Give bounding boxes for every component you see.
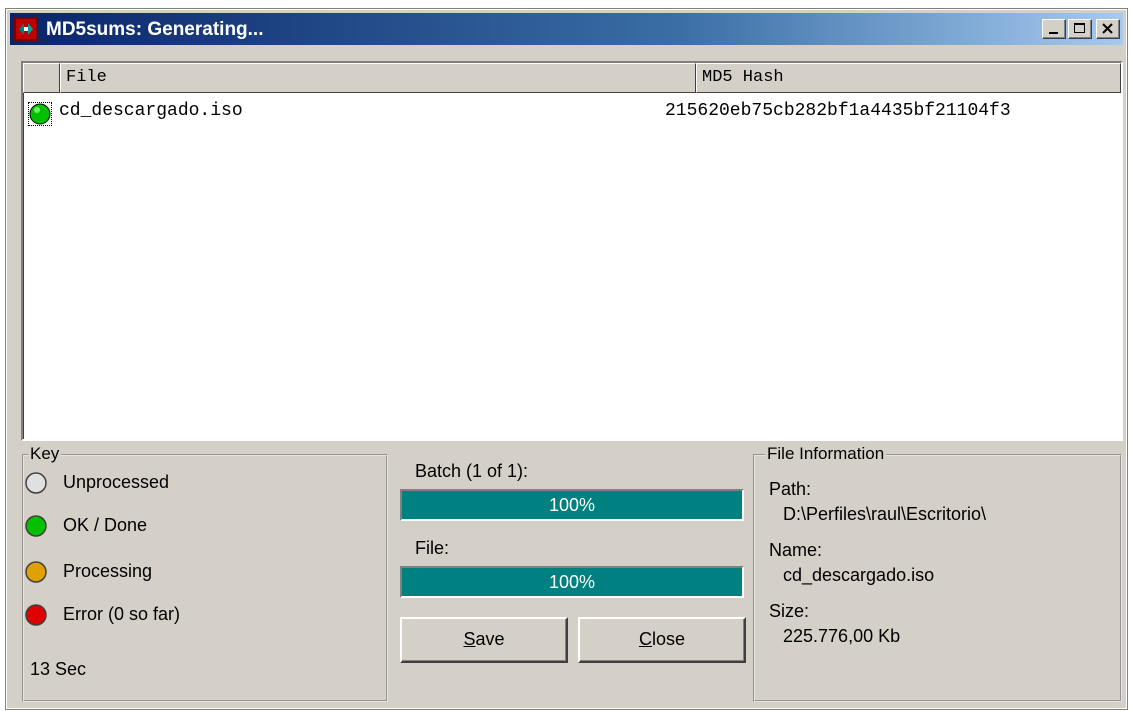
minimize-icon <box>1049 32 1058 34</box>
app-icon <box>14 17 38 41</box>
key-label: Error (0 so far) <box>63 604 181 624</box>
file-progress-bar: 100% <box>400 566 744 598</box>
batch-label: Batch (1 of 1): <box>415 461 529 481</box>
path-label: Path: <box>769 479 812 499</box>
close-dialog-button[interactable]: Close <box>578 617 746 663</box>
window-title: MD5sums: Generating... <box>46 19 264 40</box>
maximize-button[interactable] <box>1068 19 1092 39</box>
ok-status-icon <box>28 102 52 126</box>
column-header-md5-hash[interactable]: MD5 Hash <box>696 63 1121 93</box>
column-header-file[interactable]: File <box>60 63 696 93</box>
size-value: 225.776,00 Kb <box>783 626 901 646</box>
md5sums-window: MD5sums: Generating... File MD5 Hash cd_… <box>5 8 1128 710</box>
save-label: ave <box>475 629 505 649</box>
close-label: lose <box>651 629 686 649</box>
elapsed-time: 13 Sec <box>30 659 87 679</box>
batch-progress-bar: 100% <box>400 489 744 521</box>
md5-hash-cell: 215620eb75cb282bf1a4435bf21104f3 <box>665 101 1011 121</box>
processing-icon <box>25 561 47 583</box>
close-button[interactable] <box>1096 19 1120 39</box>
column-header-status[interactable] <box>23 63 60 93</box>
save-button[interactable]: Save <box>400 617 568 663</box>
file-list[interactable]: File MD5 Hash cd_descargado.iso 215620eb… <box>21 61 1123 441</box>
minimize-button[interactable] <box>1042 19 1066 39</box>
batch-progress-text: 100% <box>548 495 596 515</box>
ok-done-icon <box>25 515 47 537</box>
close-icon <box>1102 23 1113 34</box>
file-name-cell: cd_descargado.iso <box>59 101 243 121</box>
error-icon <box>25 604 47 626</box>
name-label: Name: <box>769 540 823 560</box>
close-mnemonic: C <box>638 629 652 649</box>
key-legend: Key <box>28 444 62 464</box>
file-progress-text: 100% <box>548 572 596 592</box>
file-information-legend: File Information <box>765 444 887 464</box>
path-value: D:\Perfiles\raul\Escritorio\ <box>783 504 987 524</box>
key-label: OK / Done <box>63 515 148 535</box>
unprocessed-icon <box>25 472 47 494</box>
size-label: Size: <box>769 601 810 621</box>
maximize-icon <box>1074 23 1085 33</box>
title-bar[interactable]: MD5sums: Generating... <box>10 13 1123 45</box>
key-label: Unprocessed <box>63 472 170 492</box>
key-label: Processing <box>63 561 153 581</box>
name-value: cd_descargado.iso <box>783 565 935 585</box>
file-label: File: <box>415 538 450 558</box>
save-mnemonic: S <box>463 629 476 649</box>
